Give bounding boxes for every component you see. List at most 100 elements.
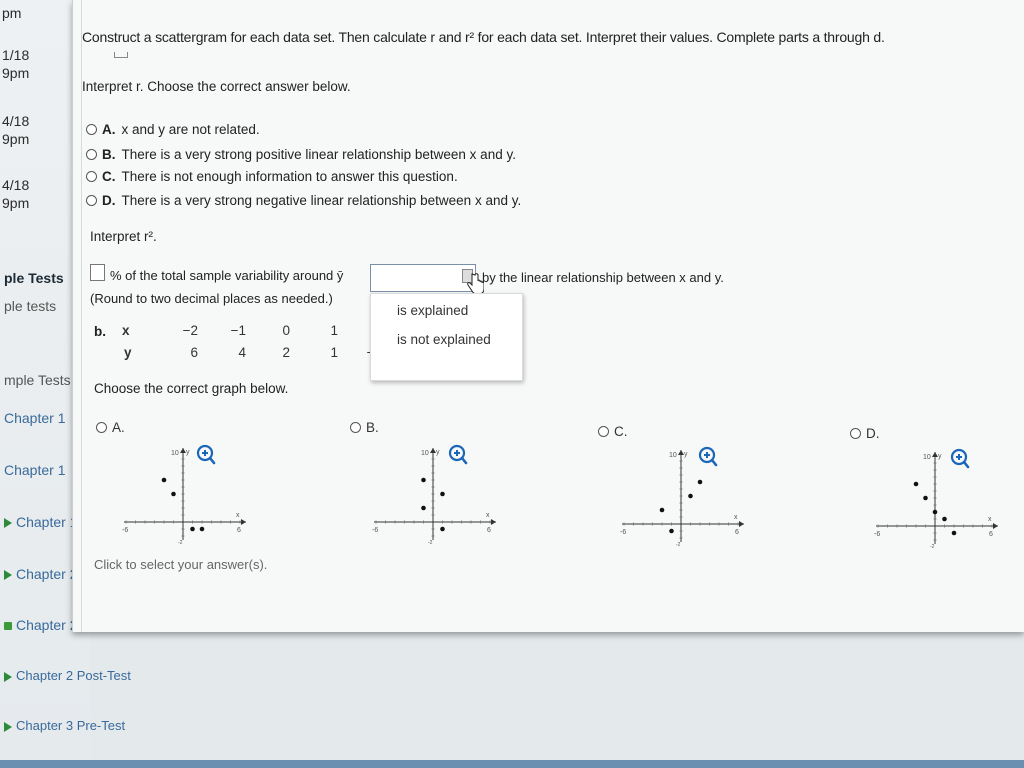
question-header: Construct a scattergram for each data se… (82, 29, 885, 45)
radio-button[interactable] (86, 149, 97, 160)
data-point (669, 528, 674, 534)
x-axis-label: x (988, 516, 992, 523)
expand-arrow-icon (4, 570, 12, 581)
taskbar (0, 760, 1024, 768)
explained-dropdown-menu: is explained is not explained (370, 293, 523, 381)
graph-option-c[interactable]: C. (598, 424, 628, 439)
dropdown-option-is-explained[interactable]: is explained (397, 303, 468, 318)
y-max-label: 10 (421, 450, 429, 457)
table-cell: y (124, 344, 132, 360)
table-row: x −2 −1 0 1 2 (122, 319, 382, 341)
data-point (440, 526, 445, 532)
expand-arrow-icon (4, 671, 12, 682)
table-cell: 1 (330, 322, 338, 338)
option-d[interactable]: D. There is a very strong negative linear… (86, 193, 521, 208)
sidebar-item-chapter[interactable]: Chapter 2 (4, 617, 77, 633)
y-axis-label: y (684, 451, 688, 458)
zoom-icon[interactable] (196, 444, 216, 466)
sidebar-item-chapter[interactable]: Chapter 1 (4, 462, 65, 478)
x-max-label: 6 (237, 527, 241, 534)
sidebar-item-sample-tests-sub[interactable]: ple tests (4, 298, 56, 314)
expand-arrow-icon (4, 721, 12, 732)
data-point (171, 491, 176, 497)
question-content: Construct a scattergram for each data se… (81, 0, 1024, 632)
sidebar-item-chapter[interactable]: Chapter 2 (4, 566, 77, 582)
sidebar-item-chapter[interactable]: Chapter 1 (4, 410, 65, 426)
x-axis-arrow (739, 521, 744, 527)
x-axis-label: x (734, 514, 738, 521)
y-axis-label: y (186, 449, 190, 456)
y-max-label: 10 (171, 450, 179, 457)
radio-button[interactable] (86, 195, 97, 206)
data-point (951, 530, 957, 536)
data-point (942, 516, 947, 522)
graph-option-a[interactable]: A. (96, 420, 125, 435)
dropdown-option-is-not-explained[interactable]: is not explained (397, 332, 491, 347)
sidebar-item-chapter-3-pre-test[interactable]: Chapter 3 Pre-Test (4, 718, 125, 733)
fill-sentence-end: by the linear relationship between x and… (482, 270, 724, 285)
radio-button[interactable] (598, 426, 609, 437)
interpret-r2-prompt: Interpret r². (90, 229, 157, 244)
footer-hint: Click to select your answer(s). (94, 557, 268, 572)
sidebar-item-chapter-2-post-test[interactable]: Chapter 2 Post-Test (4, 668, 131, 683)
table-cell: −1 (230, 322, 246, 338)
explained-dropdown[interactable] (370, 264, 476, 292)
x-max-label: 6 (989, 531, 993, 538)
scatter-graph-c[interactable]: 10 y x -6 6 -2 (610, 446, 750, 546)
table-cell: 0 (282, 322, 290, 338)
interpret-r-prompt: Interpret r. Choose the correct answer b… (82, 79, 351, 94)
data-point (923, 495, 928, 501)
data-point (913, 481, 919, 487)
zoom-icon[interactable] (698, 446, 718, 468)
data-point (697, 479, 703, 485)
option-b[interactable]: B. There is a very strong positive linear… (86, 147, 516, 162)
table-cell: 1 (330, 344, 338, 360)
x-axis-arrow (491, 519, 496, 525)
x-axis-label: x (486, 512, 490, 519)
table-cell: 4 (238, 344, 246, 360)
y-max-label: 10 (923, 454, 931, 461)
sidebar-item-sample-tests-2[interactable]: mple Tests (4, 372, 71, 388)
sidebar-item-chapter[interactable]: Chapter 1 (4, 514, 77, 530)
data-point (421, 477, 426, 483)
radio-button[interactable] (850, 428, 861, 439)
sidebar-entry: 4/18 9pm (2, 177, 30, 211)
scatter-graph-d[interactable]: 10 y x -6 6 -2 (864, 448, 1004, 548)
x-max-label: 6 (735, 529, 739, 536)
collapse-handle[interactable] (114, 52, 128, 58)
sidebar-item-sample-tests[interactable]: ple Tests (4, 270, 64, 286)
x-axis-arrow (241, 519, 246, 525)
x-min-label: -6 (874, 531, 880, 538)
radio-button[interactable] (86, 124, 97, 135)
x-axis-arrow (993, 523, 998, 529)
zoom-icon[interactable] (448, 444, 468, 466)
y-min-label: -2 (178, 540, 183, 544)
data-point (199, 526, 205, 532)
data-point (688, 493, 693, 499)
option-a[interactable]: A. x and y are not related. (86, 122, 260, 137)
round-note: (Round to two decimal places as needed.) (90, 291, 333, 306)
option-c[interactable]: C. There is not enough information to ans… (86, 169, 458, 184)
zoom-icon[interactable] (950, 448, 970, 470)
graph-option-b[interactable]: B. (350, 420, 379, 435)
scatter-graph-a[interactable]: 10 y x -6 6 -2 (112, 444, 252, 544)
data-point (932, 509, 938, 515)
y-min-label: -2 (428, 540, 433, 544)
percent-answer-input[interactable] (90, 264, 105, 281)
scatter-graph-b[interactable]: 10 y x -6 6 -2 (362, 444, 502, 544)
data-table: x −2 −1 0 1 2 y 6 4 2 1 −1 (122, 319, 382, 363)
radio-button[interactable] (96, 422, 107, 433)
table-cell: 6 (190, 344, 198, 360)
data-point (161, 477, 167, 483)
fill-sentence-start: % of the total sample variability around… (110, 268, 344, 283)
y-min-label: -2 (676, 542, 681, 546)
graph-prompt: Choose the correct graph below. (94, 381, 289, 396)
graph-option-d[interactable]: D. (850, 426, 880, 441)
data-point (440, 491, 445, 497)
radio-button[interactable] (350, 422, 361, 433)
x-axis-label: x (236, 512, 240, 519)
question-panel: Construct a scattergram for each data se… (72, 0, 1024, 632)
sidebar-time: pm (2, 5, 22, 21)
expand-arrow-icon (4, 518, 12, 529)
radio-button[interactable] (86, 171, 97, 182)
